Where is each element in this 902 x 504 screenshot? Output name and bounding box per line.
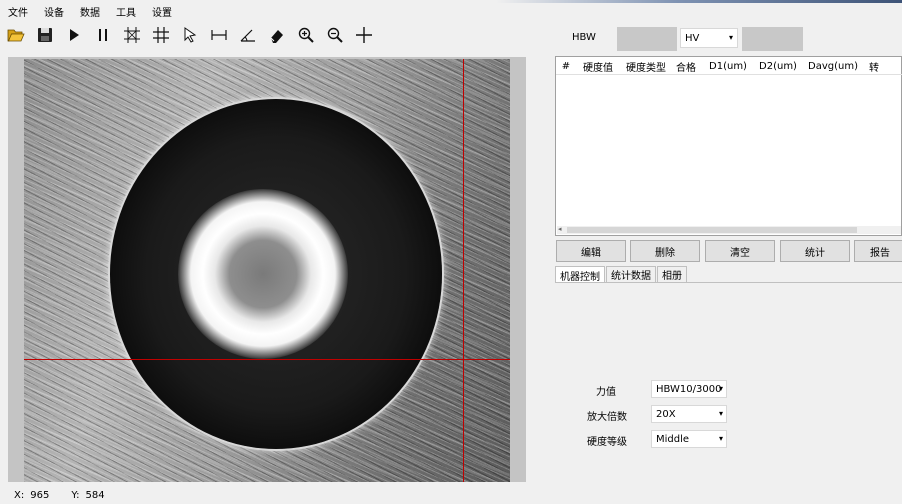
specimen-image[interactable] xyxy=(24,59,510,482)
magnification-label: 放大倍数 xyxy=(587,412,627,423)
hardness-level-label: 硬度等级 xyxy=(587,437,627,448)
crosshair-vertical[interactable] xyxy=(463,59,464,482)
tab-machine-control[interactable]: 机器控制 xyxy=(555,266,605,283)
hardness-scale-select[interactable]: HV ▾ xyxy=(680,28,738,48)
zoom-in-icon[interactable] xyxy=(294,23,318,47)
col-index[interactable]: # xyxy=(558,61,574,72)
magnification-row: 放大倍数 20X ▾ xyxy=(587,405,887,423)
force-value: HBW10/3000 xyxy=(656,383,722,395)
hv-value-field xyxy=(742,27,803,51)
chevron-down-icon: ▾ xyxy=(728,33,733,42)
delete-button[interactable]: 删除 xyxy=(630,240,700,262)
tab-album[interactable]: 相册 xyxy=(657,266,687,282)
pointer-icon[interactable] xyxy=(178,23,202,47)
force-label: 力值 xyxy=(596,387,616,398)
image-viewer[interactable] xyxy=(8,57,526,482)
pause-icon[interactable] xyxy=(91,23,115,47)
horizontal-scrollbar[interactable]: ◂ xyxy=(557,225,901,234)
menu-device[interactable]: 设备 xyxy=(42,4,66,19)
tab-bar: 机器控制 统计数据 相册 xyxy=(555,266,688,283)
col-hardness-type[interactable]: 硬度类型 xyxy=(622,59,670,74)
hbw-label: HBW xyxy=(572,32,596,43)
grid-icon[interactable] xyxy=(149,23,173,47)
x-value: 965 xyxy=(30,489,50,501)
chevron-down-icon: ▾ xyxy=(718,409,723,418)
y-label: Y: xyxy=(71,489,80,501)
menu-settings[interactable]: 设置 xyxy=(150,4,174,19)
crosshair-horizontal[interactable] xyxy=(24,359,510,360)
menu-data[interactable]: 数据 xyxy=(78,4,102,19)
toolbar xyxy=(0,22,560,48)
action-buttons: 编辑 删除 清空 统计 报告 xyxy=(556,240,902,264)
tab-statistics[interactable]: 统计数据 xyxy=(606,266,656,282)
force-row: 力值 HBW10/3000 ▾ xyxy=(596,380,896,398)
hardness-result-row: HBW HV ▾ xyxy=(572,27,902,51)
hardness-level-row: 硬度等级 Middle ▾ xyxy=(587,430,887,448)
col-davg[interactable]: Davg(um) xyxy=(802,61,864,72)
edit-button[interactable]: 编辑 xyxy=(556,240,626,262)
scrollbar-thumb[interactable] xyxy=(567,227,857,233)
chevron-down-icon: ▾ xyxy=(718,384,723,393)
play-icon[interactable] xyxy=(62,23,86,47)
magnification-value: 20X xyxy=(656,408,676,420)
hbw-value-field xyxy=(617,27,677,51)
auto-measure-icon[interactable] xyxy=(120,23,144,47)
col-d2[interactable]: D2(um) xyxy=(754,61,802,72)
statistics-button[interactable]: 统计 xyxy=(780,240,850,262)
eraser-icon[interactable] xyxy=(265,23,289,47)
col-hardness-value[interactable]: 硬度值 xyxy=(574,59,622,74)
hardness-level-value: Middle xyxy=(656,433,690,445)
force-select[interactable]: HBW10/3000 ▾ xyxy=(651,380,727,398)
clear-button[interactable]: 清空 xyxy=(705,240,775,262)
col-convert[interactable]: 转 xyxy=(864,59,884,74)
chevron-down-icon: ▾ xyxy=(718,434,723,443)
report-button[interactable]: 报告 xyxy=(854,240,902,262)
crosshair-icon[interactable] xyxy=(352,23,376,47)
magnification-select[interactable]: 20X ▾ xyxy=(651,405,727,423)
col-pass[interactable]: 合格 xyxy=(670,59,702,74)
open-folder-icon[interactable] xyxy=(4,23,28,47)
menu-bar: 文件 设备 数据 工具 设置 xyxy=(0,3,902,19)
zoom-out-icon[interactable] xyxy=(323,23,347,47)
save-icon[interactable] xyxy=(33,23,57,47)
menu-file[interactable]: 文件 xyxy=(6,4,30,19)
hardness-scale-value: HV xyxy=(685,32,700,44)
length-icon[interactable] xyxy=(207,23,231,47)
machine-control-panel: 力值 HBW10/3000 ▾ 放大倍数 20X ▾ 硬度等级 Middle ▾ xyxy=(555,282,902,504)
table-header: # 硬度值 硬度类型 合格 D1(um) D2(um) Davg(um) 转 xyxy=(556,59,902,75)
x-label: X: xyxy=(14,489,25,501)
results-table[interactable]: # 硬度值 硬度类型 合格 D1(um) D2(um) Davg(um) 转 ◂ xyxy=(555,56,902,236)
y-value: 584 xyxy=(85,489,105,501)
angle-icon[interactable] xyxy=(236,23,260,47)
col-d1[interactable]: D1(um) xyxy=(702,61,754,72)
scroll-left-icon[interactable]: ◂ xyxy=(558,225,562,233)
menu-tools[interactable]: 工具 xyxy=(114,4,138,19)
status-bar: X: 965 Y: 584 xyxy=(14,488,127,502)
hardness-level-select[interactable]: Middle ▾ xyxy=(651,430,727,448)
indentation-center xyxy=(178,189,348,359)
